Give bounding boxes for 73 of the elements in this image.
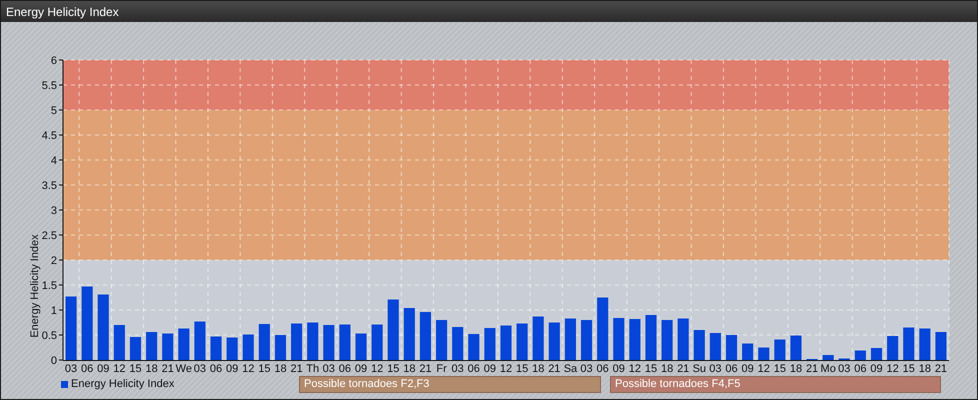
- x-tick-label: 03: [838, 363, 850, 374]
- y-tick-label: 0.5: [42, 330, 57, 342]
- y-tick-label: 1: [50, 305, 57, 317]
- x-tick-label: 21: [548, 363, 560, 374]
- y-tick-label: 3: [50, 205, 57, 217]
- x-tick-label: 06: [210, 363, 222, 374]
- window-title: Energy Helicity Index: [6, 6, 119, 18]
- x-tick-label: 21: [806, 363, 818, 374]
- x-tick-label: We: [176, 363, 192, 374]
- y-tick-label: 2.5: [42, 230, 57, 242]
- x-tick-label: 21: [419, 363, 432, 374]
- x-tick-label: 09: [226, 363, 238, 374]
- x-tick-label: 15: [902, 363, 915, 374]
- x-tick-label: 09: [354, 363, 368, 374]
- y-tick-label: 4.5: [42, 130, 57, 142]
- x-tick-label: 18: [274, 363, 287, 374]
- x-tick-label: 03: [322, 363, 335, 374]
- x-tick-label: 21: [934, 363, 948, 374]
- x-tick-label: 03: [452, 363, 464, 374]
- tornado-note: Possible tornadoes F2,F3: [299, 376, 601, 392]
- x-tick-label: 12: [113, 363, 126, 374]
- x-tick-label: 03: [64, 363, 78, 374]
- x-tick-label: 06: [596, 363, 609, 374]
- x-tick-label: Fr: [436, 363, 447, 374]
- x-tick-label: 15: [258, 363, 270, 374]
- x-tick-label: 12: [500, 363, 512, 374]
- y-tick-label: 5: [50, 105, 57, 117]
- x-tick-label: 12: [628, 363, 641, 374]
- x-tick-label: 06: [81, 363, 94, 374]
- x-tick-label: Th: [306, 363, 320, 374]
- x-tick-label: 03: [709, 363, 722, 374]
- x-tick-label: 18: [918, 363, 931, 374]
- y-axis-title: Energy Helicity Index: [29, 234, 41, 338]
- x-tick-label: 03: [580, 363, 593, 374]
- y-tick-label: 1.5: [42, 280, 57, 292]
- x-tick-label: 18: [403, 363, 416, 374]
- x-tick-label: Sa: [564, 363, 578, 374]
- y-tick-label: 2: [50, 255, 57, 267]
- x-tick-label: 09: [484, 363, 496, 374]
- x-tick-label: 09: [870, 363, 883, 374]
- x-tick-label: 09: [742, 363, 754, 374]
- x-tick-label: 09: [97, 363, 110, 374]
- y-tick-label: 3.5: [42, 180, 57, 192]
- x-tick-label: 15: [129, 363, 142, 374]
- tornado-note: Possible tornadoes F4,F5: [610, 376, 941, 392]
- x-tick-label: 15: [387, 363, 400, 374]
- x-tick-label: 12: [886, 363, 899, 374]
- legend-label: Energy Helicity Index: [71, 376, 174, 392]
- x-tick-label: 21: [162, 363, 174, 374]
- x-tick-label: 18: [790, 363, 802, 374]
- x-tick-label: Mo: [820, 363, 836, 374]
- x-tick-label: 15: [516, 363, 528, 374]
- x-tick-label: 06: [338, 363, 352, 374]
- x-tick-label: 18: [660, 363, 674, 374]
- y-tick-label: 6: [50, 55, 57, 67]
- x-tick-label: Su: [692, 363, 706, 374]
- x-tick-label: 12: [371, 363, 384, 374]
- x-tick-label: 15: [644, 363, 658, 374]
- x-tick-label: 09: [612, 363, 625, 374]
- x-tick-label: 06: [468, 363, 480, 374]
- y-tick-label: 4: [50, 155, 57, 167]
- x-tick-label: 06: [854, 363, 867, 374]
- x-tick-label: 15: [774, 363, 786, 374]
- x-tick-label: 21: [677, 363, 690, 374]
- x-tick-label: 06: [725, 363, 738, 374]
- x-tick-label: 18: [532, 363, 544, 374]
- y-tick-label: 0: [50, 355, 57, 367]
- x-tick-label: 12: [758, 363, 770, 374]
- x-tick-label: 21: [290, 363, 303, 374]
- x-tick-label: 03: [194, 363, 206, 374]
- x-tick-label: 18: [145, 363, 158, 374]
- y-tick-label: 5.5: [42, 80, 57, 92]
- x-tick-label: 12: [242, 363, 254, 374]
